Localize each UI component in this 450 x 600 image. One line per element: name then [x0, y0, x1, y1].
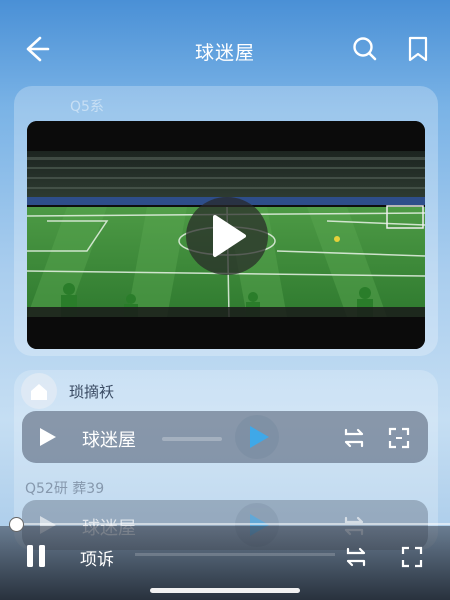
mini-player-title: 球迷屋	[82, 430, 136, 451]
repeat-icon[interactable]	[342, 426, 366, 450]
progress-knob[interactable]	[9, 517, 24, 532]
repeat-icon[interactable]	[344, 545, 368, 569]
mini-player[interactable]: 球迷屋	[22, 411, 428, 463]
mini-player-play-button[interactable]	[235, 415, 279, 459]
page-title: 球迷屋	[194, 42, 255, 64]
play-icon	[250, 426, 269, 448]
bottom-bar-title: 项诉	[80, 550, 114, 570]
home-icon[interactable]	[21, 373, 57, 409]
bottom-bar-track[interactable]	[135, 553, 335, 556]
search-icon[interactable]	[352, 36, 378, 62]
progress-bar[interactable]	[16, 523, 450, 525]
background-meta-text: Q52研 葬39	[25, 481, 105, 497]
home-indicator	[150, 588, 300, 593]
mini-player-track[interactable]	[162, 437, 222, 441]
playlist-card-title: 琐摘袄	[69, 383, 115, 401]
play-icon[interactable]	[36, 426, 58, 448]
pause-icon[interactable]	[24, 543, 48, 569]
video-play-button[interactable]	[186, 197, 268, 275]
bookmark-icon[interactable]	[405, 35, 431, 63]
play-icon	[213, 215, 246, 257]
background-card-label: Q5系	[70, 99, 104, 115]
fullscreen-icon[interactable]	[401, 546, 423, 568]
fullscreen-icon[interactable]	[388, 427, 410, 449]
